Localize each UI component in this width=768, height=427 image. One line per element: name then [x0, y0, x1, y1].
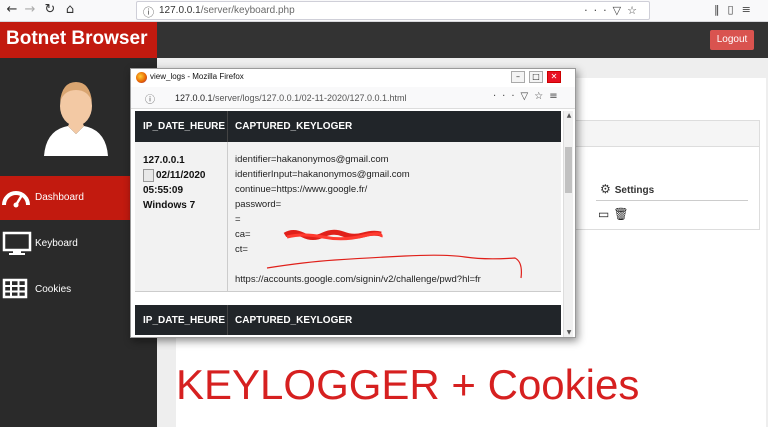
- broken-image-icon: [143, 168, 154, 182]
- forward-icon[interactable]: →: [22, 2, 38, 18]
- column-header-log: CAPTURED_KEYLOGER: [235, 121, 353, 132]
- row-ip: 127.0.0.1: [143, 155, 185, 166]
- library-icon[interactable]: ‖: [714, 3, 728, 16]
- home-icon[interactable]: ⌂: [62, 2, 78, 18]
- popup-url[interactable]: 127.0.0.1/server/logs/127.0.0.1/02-11-20…: [175, 93, 407, 103]
- brand-title[interactable]: Botnet Browser: [0, 22, 157, 58]
- log-line: continue=https://www.google.fr/: [235, 184, 368, 195]
- column-header-ip: IP_DATE_HEURE: [143, 315, 226, 326]
- card-icon[interactable]: ▭: [598, 207, 613, 221]
- log-line: identifierInput=hakanonymos@gmail.com: [235, 169, 410, 180]
- back-icon[interactable]: ←: [4, 2, 20, 18]
- pocket-icon[interactable]: ▽: [521, 91, 535, 102]
- site-info-icon[interactable]: ⓘ: [143, 4, 154, 20]
- column-divider: [227, 142, 228, 292]
- sidebar-item-label: Cookies: [35, 284, 72, 295]
- row-time: 05:55:09: [143, 185, 184, 196]
- url-path: /server/logs/127.0.0.1/02-11-2020/127.0.…: [212, 93, 407, 103]
- gear-icon: ⚙: [600, 182, 611, 196]
- pocket-icon[interactable]: ▽: [613, 4, 627, 17]
- table-row: 127.0.0.1 02/11/2020 05:55:09 Windows 7 …: [135, 142, 561, 292]
- scroll-thumb[interactable]: [565, 147, 572, 193]
- url-path: /server/keyboard.php: [200, 5, 295, 16]
- table-footer-header: IP_DATE_HEURE CAPTURED_KEYLOGER: [135, 305, 561, 335]
- column-header-log: CAPTURED_KEYLOGER: [235, 315, 353, 326]
- column-divider: [227, 111, 228, 142]
- scroll-down-icon[interactable]: ▼: [564, 329, 574, 336]
- trash-icon[interactable]: 🗑: [613, 207, 632, 221]
- firefox-icon: [136, 72, 147, 83]
- row-date: 02/11/2020: [156, 170, 206, 181]
- page-actions: ···▽☆: [584, 4, 643, 17]
- sidebar-item-label: Keyboard: [35, 238, 78, 249]
- bookmark-star-icon[interactable]: ☆: [534, 91, 549, 102]
- monitor-icon: [2, 231, 32, 255]
- minimize-button[interactable]: –: [511, 71, 525, 83]
- row-os: Windows 7: [143, 200, 196, 211]
- row-actions: ▭🗑: [598, 207, 633, 221]
- settings-label: Settings: [614, 185, 655, 196]
- popup-titlebar[interactable]: view_logs - Mozilla Firefox – □ ✕: [131, 69, 575, 87]
- close-button[interactable]: ✕: [547, 71, 561, 83]
- site-info-icon[interactable]: ⓘ: [145, 91, 155, 106]
- menu-icon[interactable]: ≡: [742, 3, 759, 16]
- more-actions-icon[interactable]: ···: [493, 91, 521, 102]
- scroll-up-icon[interactable]: ▲: [564, 112, 574, 119]
- popup-window-title: view_logs - Mozilla Firefox: [150, 72, 244, 81]
- log-line: =: [235, 214, 241, 225]
- divider: [596, 200, 748, 201]
- toolbar-right-icons: ‖▯≡: [714, 3, 759, 16]
- overlay-caption: KEYLOGGER + Cookies: [176, 361, 640, 408]
- column-header-ip: IP_DATE_HEURE: [143, 121, 226, 132]
- url-host: 127.0.0.1: [175, 93, 213, 103]
- reload-icon[interactable]: ↻: [42, 2, 58, 18]
- sidebar-toggle-icon[interactable]: ▯: [728, 3, 742, 16]
- browser-toolbar: ← → ↻ ⌂ ⓘ 127.0.0.1/server/keyboard.php …: [0, 0, 768, 22]
- more-actions-icon[interactable]: ···: [584, 4, 613, 17]
- url-host: 127.0.0.1: [159, 5, 201, 16]
- grid-icon: [2, 278, 28, 299]
- log-line: password=: [235, 199, 282, 210]
- log-line: identifier=hakanonymos@gmail.com: [235, 154, 389, 165]
- menu-icon[interactable]: ≡: [549, 91, 563, 102]
- red-annotation-line: [266, 254, 522, 279]
- popup-address-bar[interactable]: ⓘ 127.0.0.1/server/logs/127.0.0.1/02-11-…: [131, 87, 575, 109]
- maximize-button[interactable]: □: [529, 71, 543, 83]
- row-date-line: 02/11/2020: [143, 168, 206, 183]
- sidebar-item-label: Dashboard: [35, 192, 84, 203]
- popup-page-actions: ···▽☆≡: [493, 91, 564, 102]
- bookmark-star-icon[interactable]: ☆: [627, 4, 643, 17]
- settings-heading: ⚙ Settings: [600, 182, 654, 196]
- password-redaction: [283, 229, 383, 241]
- user-avatar: [44, 82, 108, 156]
- logs-table: IP_DATE_HEURE CAPTURED_KEYLOGER 127.0.0.…: [135, 111, 561, 335]
- ip-date-cell: 127.0.0.1 02/11/2020 05:55:09 Windows 7: [143, 153, 206, 213]
- vertical-scrollbar[interactable]: ▲ ▼: [563, 111, 573, 337]
- address-url[interactable]: 127.0.0.1/server/keyboard.php: [159, 5, 295, 16]
- popup-window[interactable]: view_logs - Mozilla Firefox – □ ✕ ⓘ 127.…: [130, 68, 576, 338]
- column-divider: [227, 305, 228, 335]
- speedometer-icon: [2, 191, 30, 208]
- address-bar[interactable]: ⓘ 127.0.0.1/server/keyboard.php ···▽☆: [136, 1, 650, 20]
- table-header: IP_DATE_HEURE CAPTURED_KEYLOGER: [135, 111, 561, 142]
- logout-button[interactable]: Logout: [710, 30, 754, 50]
